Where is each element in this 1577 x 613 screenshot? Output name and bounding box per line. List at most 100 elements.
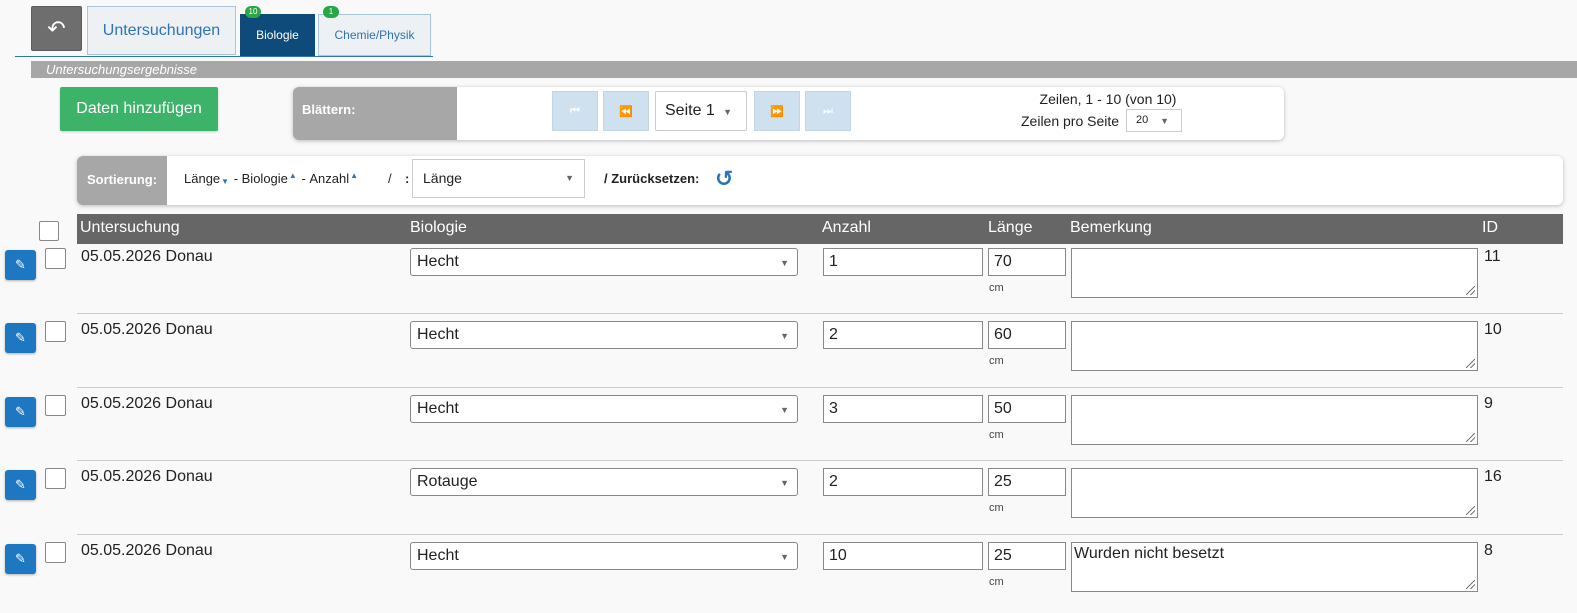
tab-chemie-physik[interactable]: 1 Chemie/Physik: [318, 6, 431, 56]
column-header-untersuchung[interactable]: Untersuchung: [80, 219, 180, 237]
page-select[interactable]: Seite 1 ▼: [655, 91, 747, 131]
cell-untersuchung: 05.05.2026 Donau: [81, 321, 213, 338]
next-page-button[interactable]: ⏩: [754, 91, 800, 131]
add-data-button[interactable]: Daten hinzufügen: [60, 87, 218, 131]
cell-id: 9: [1484, 395, 1493, 412]
tab-label: Untersuchungen: [102, 21, 221, 39]
row-checkbox[interactable]: [45, 395, 66, 416]
biologie-select[interactable]: Hecht ▼: [410, 248, 798, 276]
column-header-biologie[interactable]: Biologie: [410, 219, 467, 237]
table-row: ✎ 05.05.2026 Donau Hecht ▼ 2 60 cm 10: [0, 319, 1577, 392]
row-checkbox[interactable]: [45, 321, 66, 342]
sort-item[interactable]: Biologie: [242, 171, 288, 186]
sort-asc-icon: ▲: [288, 171, 297, 180]
laenge-input[interactable]: 25: [988, 542, 1066, 570]
pager: Blättern: ⏮ ⏪ Seite 1 ▼ ⏩ ⏭ Zeilen, 1 - …: [293, 87, 1284, 140]
tab-untersuchungen[interactable]: Untersuchungen: [87, 6, 236, 55]
caret-down-icon: ▼: [780, 405, 789, 415]
edit-button[interactable]: ✎: [5, 544, 36, 574]
sort-item[interactable]: Länge: [184, 171, 220, 186]
unit-label: cm: [989, 282, 1004, 294]
sort-colon: :: [405, 171, 410, 186]
unit-label: cm: [989, 502, 1004, 514]
rows-per-page-select[interactable]: 20 ▼: [1126, 109, 1182, 132]
cell-untersuchung: 05.05.2026 Donau: [81, 542, 213, 559]
column-header-laenge[interactable]: Länge: [988, 219, 1033, 237]
resize-handle-icon[interactable]: [1466, 506, 1475, 515]
back-arrow-icon: ↶: [47, 15, 66, 41]
anzahl-input[interactable]: 2: [823, 321, 983, 349]
undo-icon[interactable]: ↺: [715, 166, 733, 192]
laenge-input[interactable]: 25: [988, 468, 1066, 496]
resize-handle-icon[interactable]: [1466, 359, 1475, 368]
row-divider: [77, 534, 1563, 535]
select-all-checkbox[interactable]: [39, 221, 59, 241]
anzahl-input[interactable]: 10: [823, 542, 983, 570]
edit-button[interactable]: ✎: [5, 323, 36, 353]
prev-page-icon: ⏪: [619, 105, 633, 118]
biologie-value: Hecht: [417, 400, 459, 417]
row-checkbox[interactable]: [45, 468, 66, 489]
unit-label: cm: [989, 576, 1004, 588]
sort-select[interactable]: Länge ▼: [412, 159, 585, 198]
row-divider: [77, 460, 1563, 461]
bemerkung-textarea[interactable]: [1071, 468, 1478, 518]
row-checkbox[interactable]: [45, 542, 66, 563]
column-header-bemerkung[interactable]: Bemerkung: [1070, 219, 1152, 237]
count-badge: 1: [323, 6, 339, 18]
biologie-select[interactable]: Hecht ▼: [410, 395, 798, 423]
edit-button[interactable]: ✎: [5, 250, 36, 280]
bemerkung-value: Wurden nicht besetzt: [1074, 545, 1225, 562]
anzahl-input[interactable]: 3: [823, 395, 983, 423]
sort-separator: /: [388, 171, 392, 186]
tab-biologie[interactable]: 10 Biologie: [240, 6, 315, 56]
biologie-value: Rotauge: [417, 473, 478, 490]
tab-label: Chemie/Physik: [334, 28, 415, 42]
last-page-button[interactable]: ⏭: [805, 91, 851, 131]
table-row: ✎ 05.05.2026 Donau Hecht ▼ 1 70 cm 11: [0, 246, 1577, 319]
pencil-icon: ✎: [15, 330, 26, 345]
biologie-value: Hecht: [417, 326, 459, 343]
edit-button[interactable]: ✎: [5, 470, 36, 500]
sort-item[interactable]: Anzahl: [309, 171, 349, 186]
resize-handle-icon[interactable]: [1466, 286, 1475, 295]
reset-label: / Zurücksetzen:: [604, 171, 700, 186]
first-page-button[interactable]: ⏮: [552, 91, 598, 131]
bemerkung-textarea[interactable]: Wurden nicht besetzt: [1071, 542, 1478, 592]
caret-down-icon: ▼: [780, 331, 789, 341]
table-header: Untersuchung Biologie Anzahl Länge Bemer…: [77, 214, 1563, 244]
column-header-id[interactable]: ID: [1482, 219, 1498, 237]
laenge-input[interactable]: 60: [988, 321, 1066, 349]
rows-info: Zeilen, 1 - 10 (von 10): [1039, 91, 1177, 107]
resize-handle-icon[interactable]: [1466, 580, 1475, 589]
sort-chain: Länge ▼ - Biologie ▲ - Anzahl ▲: [184, 171, 359, 186]
column-header-anzahl[interactable]: Anzahl: [822, 219, 871, 237]
row-checkbox[interactable]: [45, 248, 66, 269]
caret-down-icon: ▼: [780, 258, 789, 268]
anzahl-input[interactable]: 1: [823, 248, 983, 276]
laenge-input[interactable]: 70: [988, 248, 1066, 276]
table-row: ✎ 05.05.2026 Donau Rotauge ▼ 2 25 cm 16: [0, 466, 1577, 539]
bemerkung-textarea[interactable]: [1071, 395, 1478, 445]
bemerkung-textarea[interactable]: [1071, 248, 1478, 298]
row-divider: [77, 387, 1563, 388]
laenge-input[interactable]: 50: [988, 395, 1066, 423]
cell-id: 8: [1484, 542, 1493, 559]
back-button[interactable]: ↶: [31, 6, 82, 51]
biologie-value: Hecht: [417, 253, 459, 270]
unit-label: cm: [989, 429, 1004, 441]
tab-underline: [15, 56, 433, 57]
biologie-select[interactable]: Hecht ▼: [410, 321, 798, 349]
row-divider: [77, 313, 1563, 314]
pager-label: Blättern:: [293, 87, 457, 140]
edit-button[interactable]: ✎: [5, 397, 36, 427]
anzahl-input[interactable]: 2: [823, 468, 983, 496]
biologie-select[interactable]: Rotauge ▼: [410, 468, 798, 496]
biologie-select[interactable]: Hecht ▼: [410, 542, 798, 570]
prev-page-button[interactable]: ⏪: [603, 91, 649, 131]
bemerkung-textarea[interactable]: [1071, 321, 1478, 371]
resize-handle-icon[interactable]: [1466, 433, 1475, 442]
cell-id: 16: [1484, 468, 1502, 485]
pencil-icon: ✎: [15, 477, 26, 492]
caret-down-icon: ▼: [780, 552, 789, 562]
